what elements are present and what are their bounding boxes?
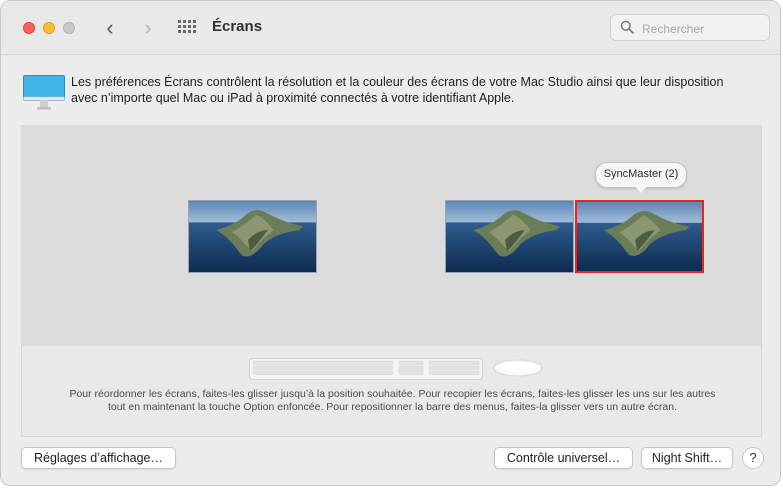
description-text: Les préférences Écrans contrôlent la rés… [71,75,724,105]
search-field[interactable] [610,14,770,41]
display-thumbnail-2[interactable] [445,200,574,273]
minimize-window-button[interactable] [43,22,55,34]
forward-button[interactable]: › [137,16,159,40]
display-thumbnail-1[interactable] [188,200,317,273]
arrangement-hint-text: Pour réordonner les écrans, faites-les g… [69,388,716,413]
search-icon [620,20,634,34]
close-window-button[interactable] [23,22,35,34]
display-arrangement-area[interactable]: SyncMaster (2) Pour réordonner les écran… [21,125,762,437]
back-button[interactable]: ‹ [99,16,121,40]
help-button[interactable]: ? [742,447,764,469]
monitor-icon [23,75,65,110]
search-input[interactable] [640,19,766,39]
display-thumbnail-syncmaster[interactable] [575,200,704,273]
display-settings-button[interactable]: Réglages d’affichage… [21,447,176,469]
wallpaper-image [446,201,573,272]
zoom-window-button[interactable] [63,22,75,34]
chevron-left-icon: ‹ [106,15,114,40]
titlebar: ‹ › Écrans [1,1,780,55]
wallpaper-image [577,202,702,271]
mouse-icon [493,359,543,377]
keyboard-icon [249,358,483,380]
preferences-window: ‹ › Écrans Les préférences Écrans contrô… [0,0,781,486]
show-all-grid-icon[interactable] [178,20,196,36]
chevron-right-icon: › [144,15,152,40]
wallpaper-image [189,201,316,272]
universal-control-button[interactable]: Contrôle universel… [494,447,633,469]
night-shift-button[interactable]: Night Shift… [641,447,733,469]
tooltip-tail [634,185,648,193]
window-title: Écrans [212,18,263,35]
